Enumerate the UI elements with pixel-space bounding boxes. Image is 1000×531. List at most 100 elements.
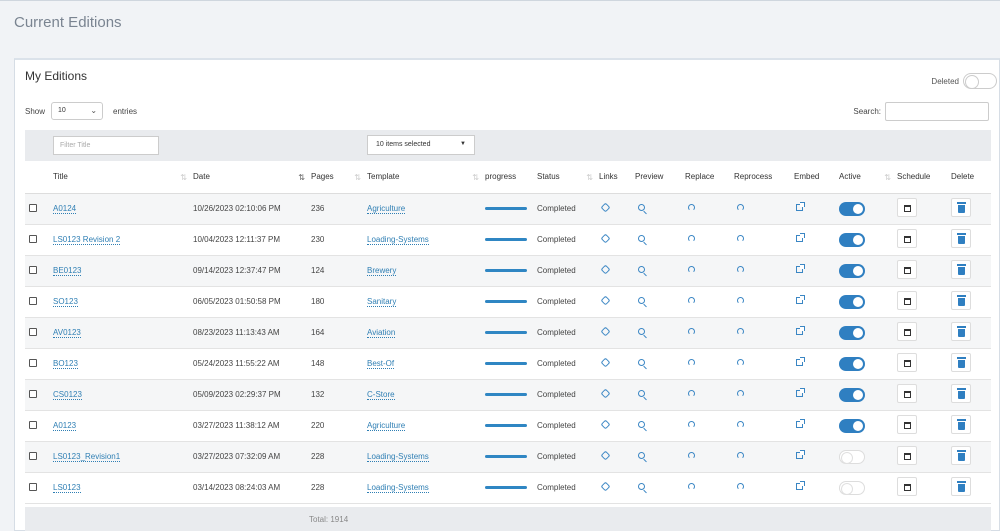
edition-title-link[interactable]: A0123	[53, 421, 77, 431]
column-header-active[interactable]: Active ⇅	[839, 161, 897, 194]
deleted-toggle[interactable]	[963, 73, 997, 89]
template-link[interactable]: Aviation	[367, 328, 396, 338]
external-link-icon[interactable]	[796, 357, 805, 366]
template-link[interactable]: Agriculture	[367, 204, 406, 214]
row-checkbox[interactable]	[29, 234, 37, 243]
reprocess-icon[interactable]	[737, 390, 744, 397]
edition-title-link[interactable]: LS0123_Revision1	[53, 452, 121, 462]
column-header-status[interactable]: Status ⇅	[537, 161, 599, 194]
filter-title-input[interactable]: Filter Title	[53, 136, 159, 155]
column-header-date[interactable]: Date ⇅	[193, 161, 311, 194]
edition-title-link[interactable]: BO123	[53, 359, 78, 369]
link-icon[interactable]	[600, 295, 611, 306]
row-checkbox[interactable]	[29, 327, 37, 336]
delete-button[interactable]	[951, 446, 971, 465]
template-link[interactable]: Best-Of	[367, 359, 395, 369]
row-checkbox[interactable]	[29, 296, 37, 305]
preview-icon[interactable]	[638, 390, 645, 397]
schedule-button[interactable]	[897, 384, 917, 403]
preview-icon[interactable]	[638, 204, 645, 211]
replace-icon[interactable]	[688, 204, 695, 211]
replace-icon[interactable]	[688, 359, 695, 366]
schedule-button[interactable]	[897, 477, 917, 496]
schedule-button[interactable]	[897, 322, 917, 341]
external-link-icon[interactable]	[796, 419, 805, 428]
delete-button[interactable]	[951, 229, 971, 248]
reprocess-icon[interactable]	[737, 266, 744, 273]
row-checkbox[interactable]	[29, 358, 37, 367]
reprocess-icon[interactable]	[737, 328, 744, 335]
preview-icon[interactable]	[638, 452, 645, 459]
edition-title-link[interactable]: BE0123	[53, 266, 82, 276]
replace-icon[interactable]	[688, 235, 695, 242]
template-filter-select[interactable]: 10 items selected ▼	[367, 135, 475, 155]
preview-icon[interactable]	[638, 235, 645, 242]
column-header-pages[interactable]: Pages ⇅	[311, 161, 367, 194]
replace-icon[interactable]	[688, 452, 695, 459]
reprocess-icon[interactable]	[737, 359, 744, 366]
external-link-icon[interactable]	[796, 202, 805, 211]
row-checkbox[interactable]	[29, 265, 37, 274]
reprocess-icon[interactable]	[737, 204, 744, 211]
schedule-button[interactable]	[897, 198, 917, 217]
schedule-button[interactable]	[897, 260, 917, 279]
link-icon[interactable]	[600, 419, 611, 430]
delete-button[interactable]	[951, 477, 971, 496]
replace-icon[interactable]	[688, 328, 695, 335]
schedule-button[interactable]	[897, 353, 917, 372]
schedule-button[interactable]	[897, 229, 917, 248]
active-toggle[interactable]	[839, 232, 865, 247]
replace-icon[interactable]	[688, 421, 695, 428]
external-link-icon[interactable]	[796, 388, 805, 397]
column-header-template[interactable]: Template ⇅	[367, 161, 485, 194]
active-toggle[interactable]	[839, 201, 865, 216]
edition-title-link[interactable]: CS0123	[53, 390, 82, 400]
delete-button[interactable]	[951, 260, 971, 279]
delete-button[interactable]	[951, 415, 971, 434]
column-header-title[interactable]: Title ⇅	[53, 161, 193, 194]
edition-title-link[interactable]: LS0123 Revision 2	[53, 235, 121, 245]
link-icon[interactable]	[600, 233, 611, 244]
replace-icon[interactable]	[688, 483, 695, 490]
delete-button[interactable]	[951, 322, 971, 341]
external-link-icon[interactable]	[796, 326, 805, 335]
active-toggle[interactable]	[839, 387, 865, 402]
external-link-icon[interactable]	[796, 233, 805, 242]
preview-icon[interactable]	[638, 359, 645, 366]
edition-title-link[interactable]: LS0123	[53, 483, 81, 493]
active-toggle[interactable]	[839, 294, 865, 309]
edition-title-link[interactable]: AV0123	[53, 328, 81, 338]
replace-icon[interactable]	[688, 297, 695, 304]
delete-button[interactable]	[951, 353, 971, 372]
template-link[interactable]: Loading-Systems	[367, 483, 429, 493]
link-icon[interactable]	[600, 481, 611, 492]
row-checkbox[interactable]	[29, 420, 37, 429]
link-icon[interactable]	[600, 450, 611, 461]
preview-icon[interactable]	[638, 421, 645, 428]
row-checkbox[interactable]	[29, 451, 37, 460]
reprocess-icon[interactable]	[737, 421, 744, 428]
reprocess-icon[interactable]	[737, 483, 744, 490]
reprocess-icon[interactable]	[737, 297, 744, 304]
active-toggle[interactable]	[839, 418, 865, 433]
reprocess-icon[interactable]	[737, 452, 744, 459]
template-link[interactable]: C-Store	[367, 390, 395, 400]
external-link-icon[interactable]	[796, 481, 805, 490]
row-checkbox[interactable]	[29, 389, 37, 398]
preview-icon[interactable]	[638, 483, 645, 490]
link-icon[interactable]	[600, 326, 611, 337]
row-checkbox[interactable]	[29, 203, 37, 212]
delete-button[interactable]	[951, 198, 971, 217]
preview-icon[interactable]	[638, 297, 645, 304]
active-toggle[interactable]	[839, 449, 865, 464]
template-link[interactable]: Sanitary	[367, 297, 397, 307]
edition-title-link[interactable]: SO123	[53, 297, 78, 307]
external-link-icon[interactable]	[796, 295, 805, 304]
schedule-button[interactable]	[897, 446, 917, 465]
external-link-icon[interactable]	[796, 450, 805, 459]
edition-title-link[interactable]: A0124	[53, 204, 77, 214]
preview-icon[interactable]	[638, 328, 645, 335]
schedule-button[interactable]	[897, 415, 917, 434]
template-link[interactable]: Loading-Systems	[367, 452, 429, 462]
search-input[interactable]	[885, 102, 989, 121]
